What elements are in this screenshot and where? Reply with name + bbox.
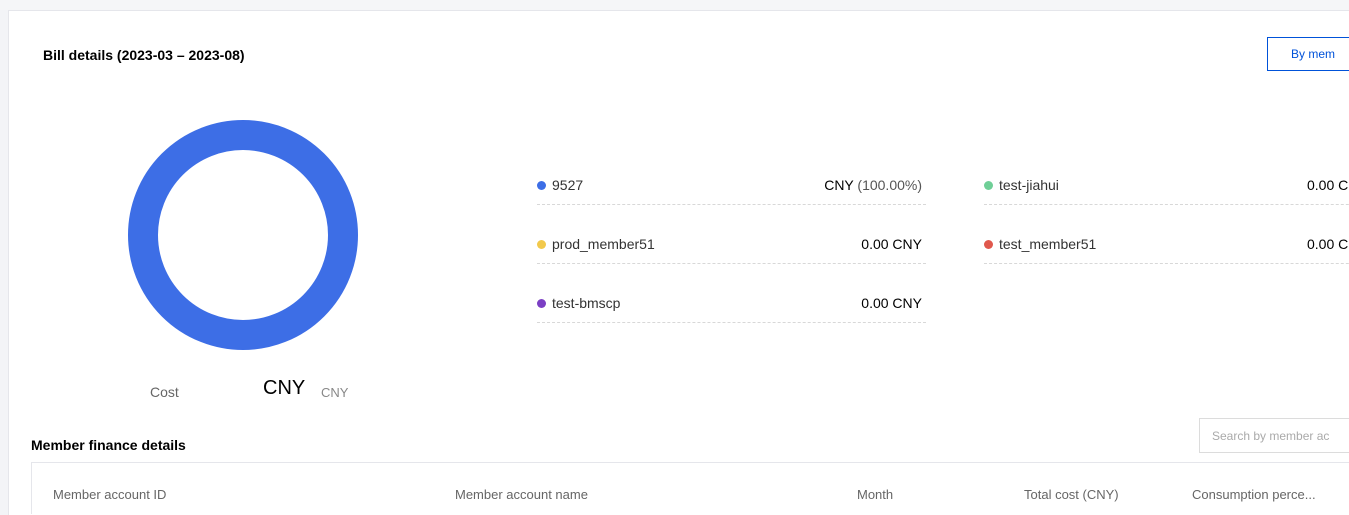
legend-item-prod-member51[interactable]: prod_member51 0.00 CNY xyxy=(537,226,926,264)
legend-dot xyxy=(984,181,993,190)
legend-item-test-jiahui[interactable]: test-jiahui 0.00 CI xyxy=(984,167,1349,205)
legend-dot xyxy=(537,181,546,190)
legend-value: 0.00 CI xyxy=(1307,177,1349,193)
legend-item-test-member51[interactable]: test_member51 0.00 CI xyxy=(984,226,1349,264)
cost-label: Cost xyxy=(150,384,179,400)
legend-value: 0.00 CNY xyxy=(861,295,922,311)
member-search-input[interactable] xyxy=(1199,418,1349,453)
page-background-top xyxy=(0,0,1349,10)
column-header-total-cost[interactable]: Total cost (CNY) xyxy=(1024,487,1119,502)
legend-dot xyxy=(984,240,993,249)
legend-name: test-jiahui xyxy=(999,177,1059,193)
cost-donut-chart xyxy=(128,120,358,350)
cost-unit: CNY xyxy=(321,385,349,400)
view-by-member-button[interactable]: By mem xyxy=(1267,37,1349,71)
member-finance-title: Member finance details xyxy=(31,437,186,453)
legend-value: 0.00 CNY xyxy=(861,236,922,252)
column-header-member-account-id[interactable]: Member account ID xyxy=(53,487,166,502)
legend-name: test_member51 xyxy=(999,236,1097,252)
column-header-month[interactable]: Month xyxy=(857,487,893,502)
column-header-consumption-percent[interactable]: Consumption perce... xyxy=(1192,487,1316,502)
member-finance-table-header: Member account ID Member account name Mo… xyxy=(31,462,1349,514)
legend-value: CNY (100.00%) xyxy=(824,177,922,193)
legend-name: 9527 xyxy=(552,177,584,193)
legend-value: 0.00 CI xyxy=(1307,236,1349,252)
legend-name: test-bmscp xyxy=(552,295,621,311)
legend-item-test-bmscp[interactable]: test-bmscp 0.00 CNY xyxy=(537,285,926,323)
column-header-member-account-name[interactable]: Member account name xyxy=(455,487,588,502)
cost-value: CNY xyxy=(263,377,306,399)
donut-ring-9527 xyxy=(128,120,358,350)
legend-dot xyxy=(537,240,546,249)
legend-item-9527[interactable]: 9527 CNY (100.00%) xyxy=(537,167,926,205)
bill-details-title: Bill details (2023-03 – 2023-08) xyxy=(43,47,245,63)
legend-dot xyxy=(537,299,546,308)
legend-name: prod_member51 xyxy=(552,236,655,252)
